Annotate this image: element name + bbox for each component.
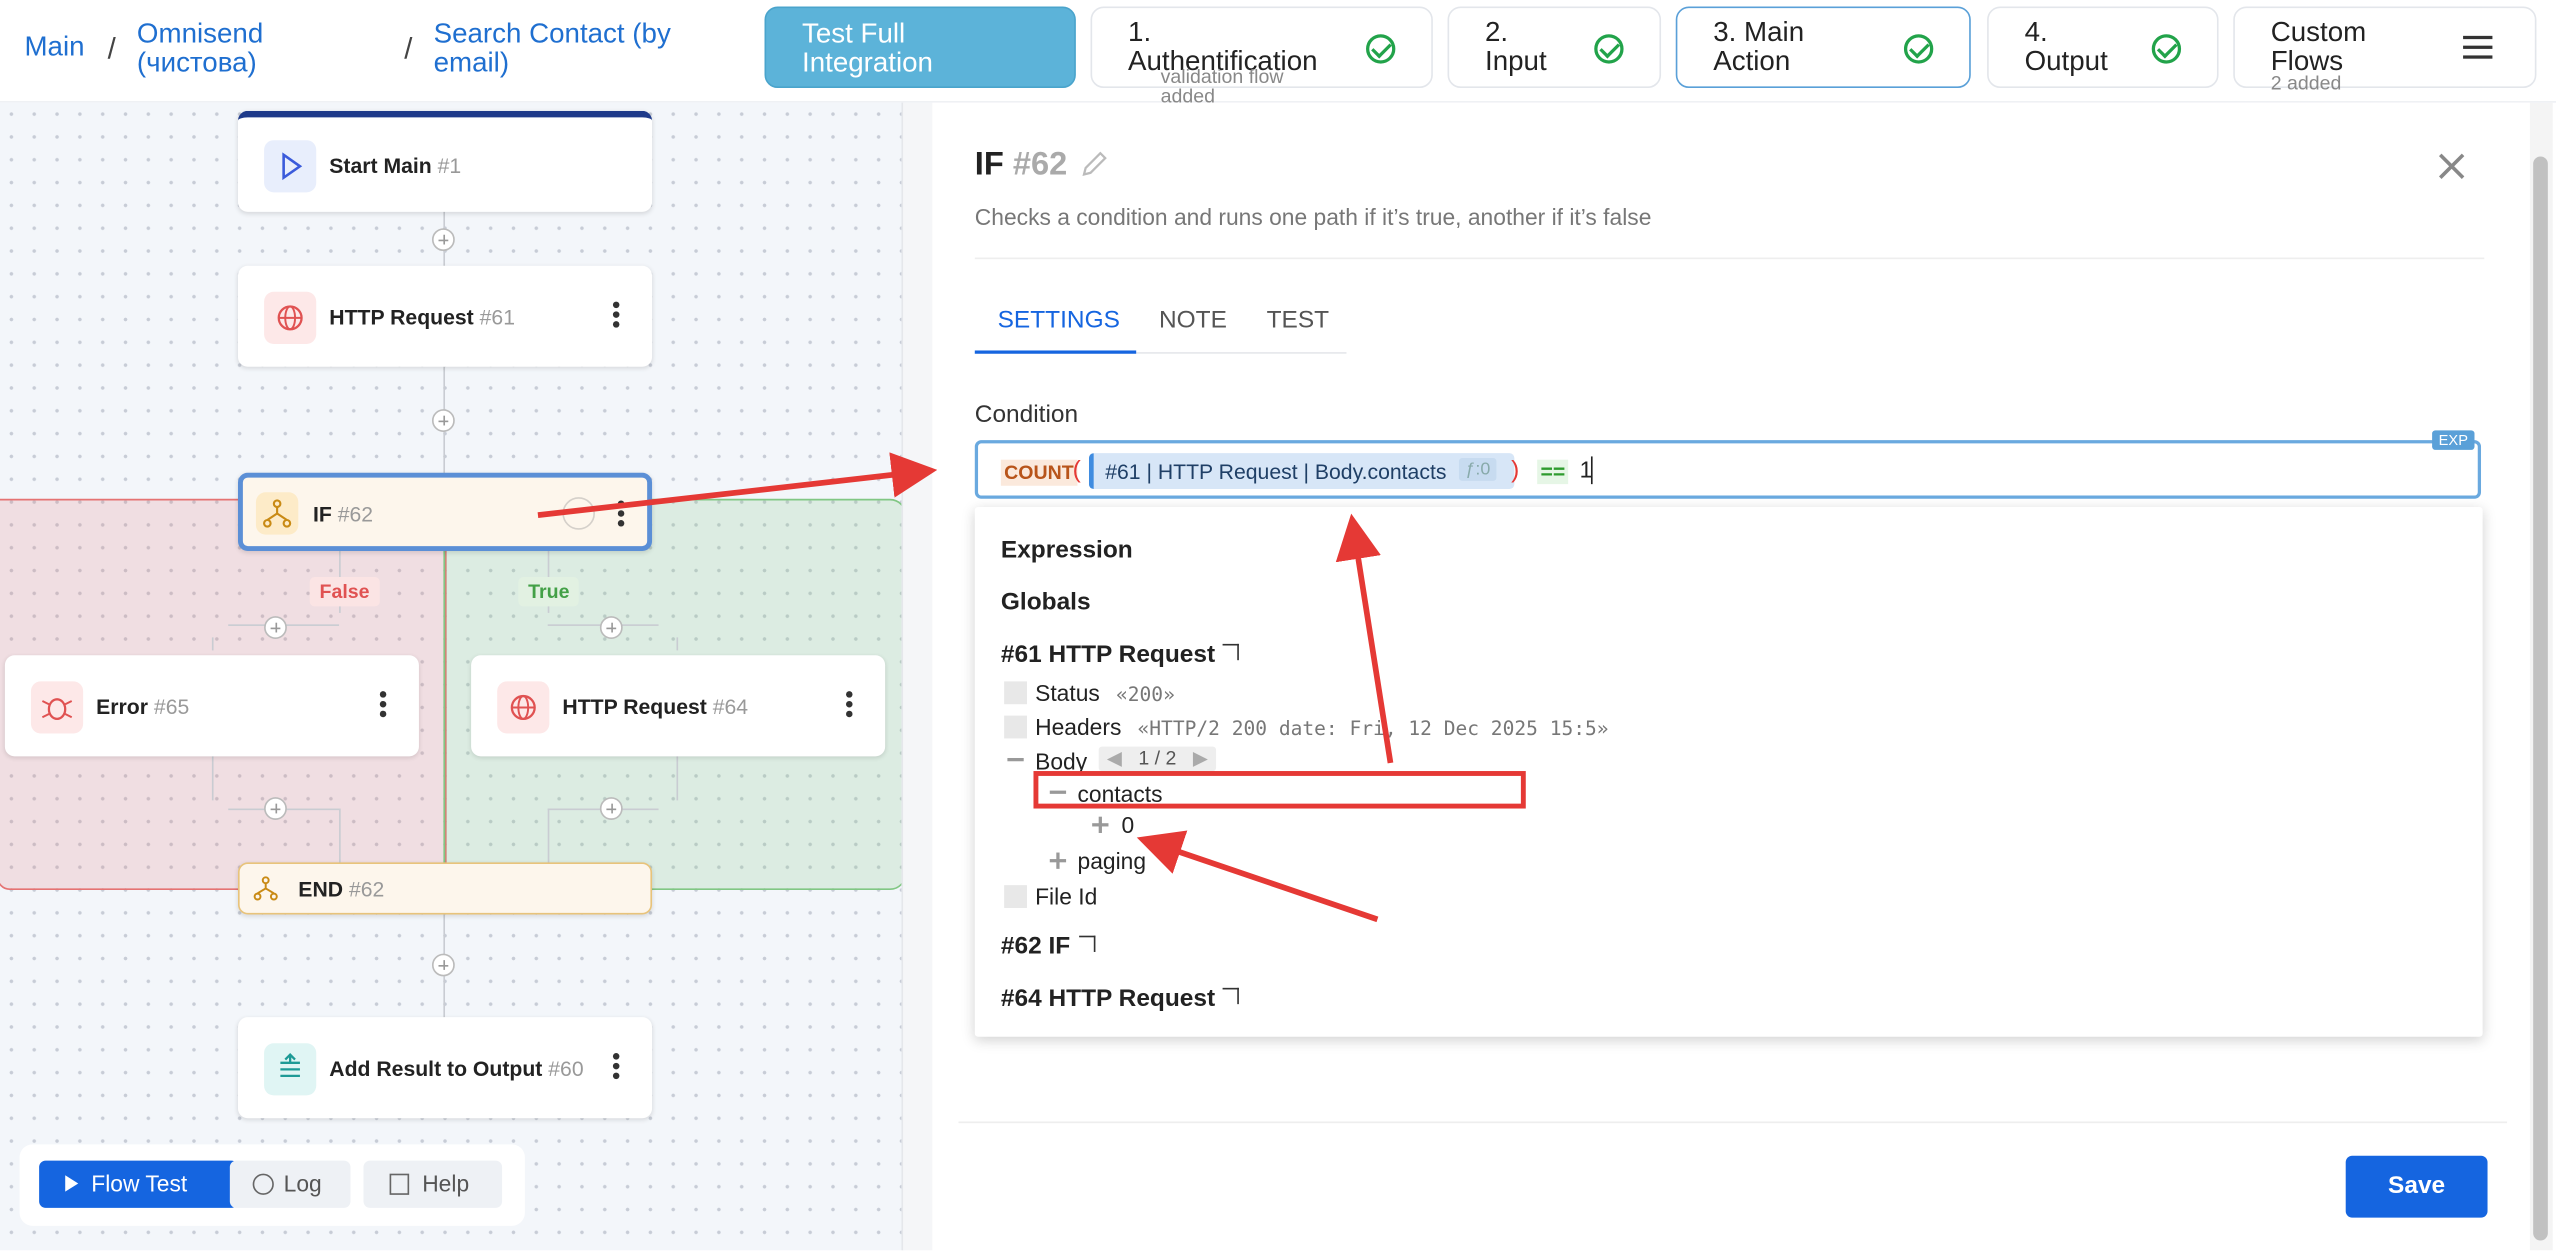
annotation-arrow xyxy=(537,452,938,518)
annotation-arrow xyxy=(1136,830,1379,923)
annotation-arrow xyxy=(1335,513,1394,764)
annotation-arrows xyxy=(537,452,1394,923)
